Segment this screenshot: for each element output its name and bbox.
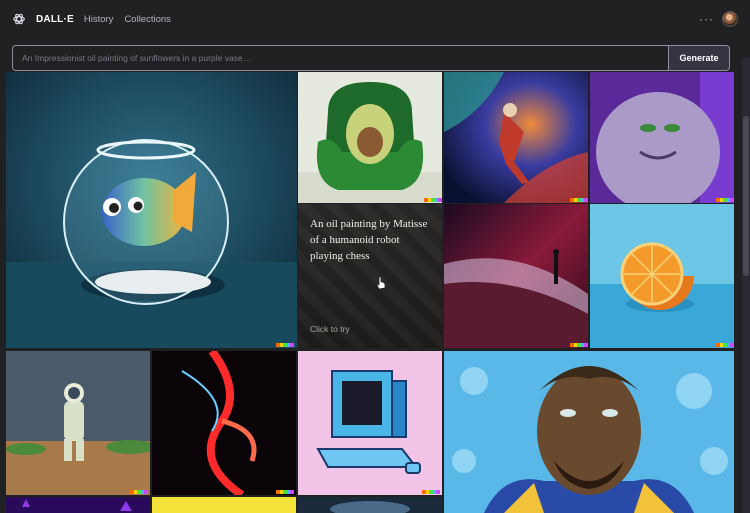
top-bar: DALL·E History Collections ··· <box>0 0 750 38</box>
more-options-icon[interactable]: ··· <box>699 12 714 26</box>
gallery-image-football-portrait[interactable] <box>444 351 734 513</box>
dalle-signature-bar <box>570 198 588 202</box>
gallery-image-retro-computer[interactable] <box>298 351 442 495</box>
openai-logo-icon[interactable] <box>12 12 26 26</box>
dalle-signature-bar <box>716 343 734 347</box>
dalle-signature-bar <box>570 343 588 347</box>
nav-collections[interactable]: Collections <box>124 14 170 25</box>
avatar[interactable] <box>722 11 738 27</box>
gallery-image-purple-stars[interactable] <box>6 497 150 513</box>
scrollbar-track[interactable] <box>742 58 750 513</box>
generate-button[interactable]: Generate <box>668 45 730 71</box>
gallery-image-fishbowl[interactable] <box>6 72 297 348</box>
gallery-image-space-painting[interactable] <box>444 72 588 203</box>
prompt-input[interactable] <box>12 45 668 71</box>
gallery-image-astronaut-desert[interactable] <box>6 351 150 495</box>
gallery-image-red-desert[interactable] <box>444 204 588 348</box>
dalle-signature-bar <box>424 198 442 202</box>
brand-title[interactable]: DALL·E <box>36 14 74 25</box>
prompt-suggestion-text: An oil painting by Matisse of a humanoid… <box>310 218 428 262</box>
gallery-image-neon-face[interactable] <box>152 351 296 495</box>
prompt-suggestion-card[interactable]: An oil painting by Matisse of a humanoid… <box>298 204 442 348</box>
nav-history[interactable]: History <box>84 14 114 25</box>
gallery-image-yellow[interactable] <box>152 497 296 513</box>
prompt-bar: Generate <box>12 45 730 71</box>
scrollbar-thumb[interactable] <box>743 116 749 276</box>
gallery-image-purple-monster[interactable] <box>590 72 734 203</box>
dalle-signature-bar <box>276 490 294 494</box>
click-to-try-label[interactable]: Click to try <box>310 324 350 334</box>
dalle-signature-bar <box>716 198 734 202</box>
gallery-image-avocado-armchair[interactable] <box>298 72 442 203</box>
gallery-image-orange-half[interactable] <box>590 204 734 348</box>
dalle-signature-bar <box>422 490 440 494</box>
gallery-image-dark-clouds[interactable] <box>298 497 442 513</box>
hand-cursor-icon <box>376 276 386 290</box>
dalle-signature-bar <box>276 343 294 347</box>
dalle-signature-bar <box>130 490 148 494</box>
